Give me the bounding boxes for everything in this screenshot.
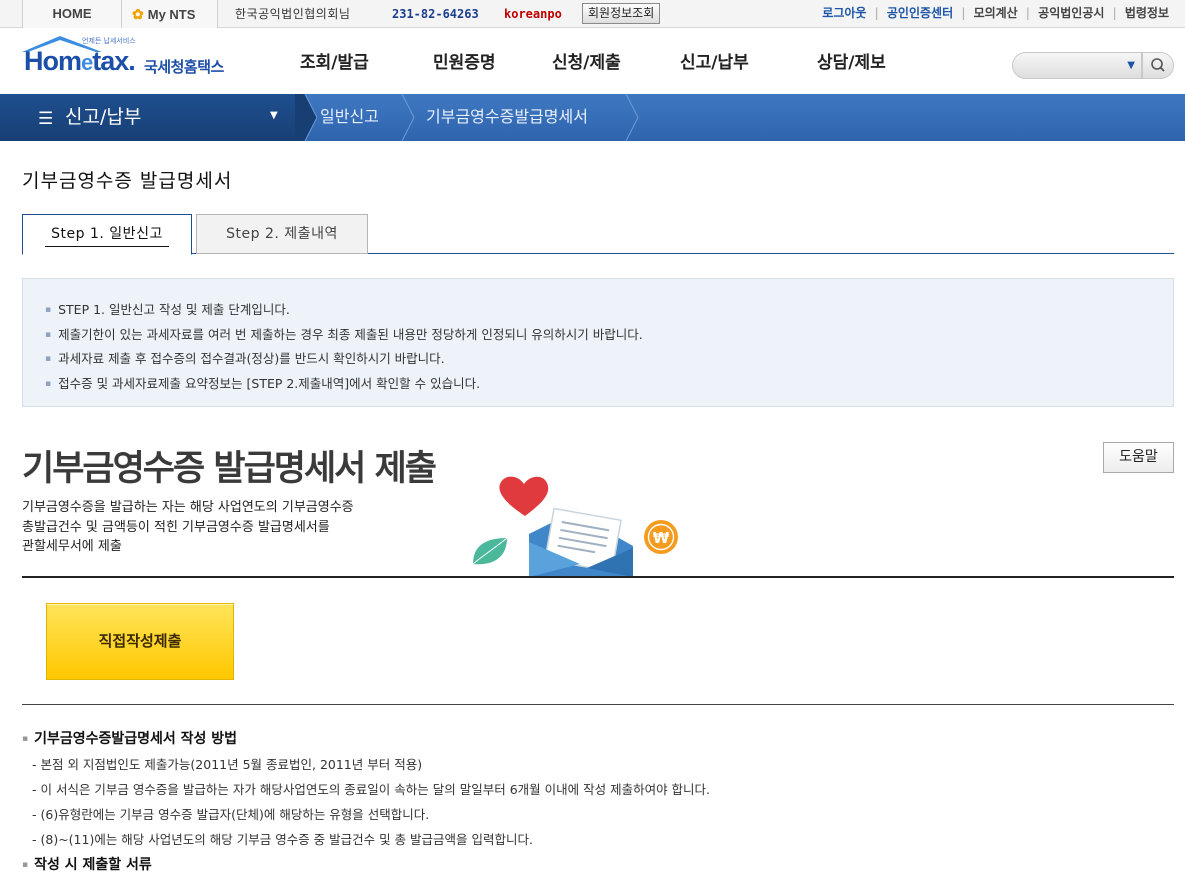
tab-underline bbox=[45, 246, 169, 247]
writing-guide: 기부금영수증발급명세서 작성 방법 본점 외 지점법인도 제출가능(2011년 … bbox=[22, 728, 1174, 880]
separator: | bbox=[874, 6, 879, 20]
site-header: 언제든 납세서비스 Hometax. 국세청홈택스 조회/발급 민원증명 신청/… bbox=[0, 28, 1185, 94]
page-title: 기부금영수증 발급명세서 bbox=[22, 170, 233, 192]
won-coin-icon: ₩ bbox=[644, 520, 678, 554]
user-business-number: 231-82-64263 bbox=[392, 7, 479, 21]
home-link[interactable]: HOME bbox=[22, 0, 122, 28]
description-line: 기부금영수증을 발급하는 자는 해당 사업연도의 기부금영수증 bbox=[22, 500, 354, 515]
search-box: ▼ bbox=[1012, 52, 1174, 79]
public-disclosure-link[interactable]: 공익법인공시 bbox=[1038, 6, 1104, 20]
user-org-name: 한국공익법인협의회님 bbox=[235, 7, 351, 21]
donation-illustration: ₩ bbox=[472, 476, 678, 577]
nav-consult[interactable]: 상담/제보 bbox=[817, 28, 886, 98]
menu-dropdown-icon: ▼ bbox=[270, 110, 278, 121]
guide-item: 본점 외 지점법인도 제출가능(2011년 5월 종료법인, 2011년 부터 … bbox=[22, 752, 1174, 777]
breadcrumb-chevron bbox=[401, 94, 415, 141]
notice-item: 과세자료 제출 후 접수증의 접수결과(정상)를 반드시 확인하시기 바랍니다. bbox=[45, 348, 1151, 373]
logo-korean: 국세청홈택스 bbox=[144, 58, 224, 76]
utility-links: 로그아웃 | 공인인증센터 | 모의계산 | 공익법인공시 | 법령정보 bbox=[822, 0, 1169, 27]
separator: | bbox=[961, 6, 966, 20]
guide-heading: 기부금영수증발급명세서 작성 방법 bbox=[22, 728, 1174, 752]
separator: | bbox=[1112, 6, 1117, 20]
section-divider bbox=[22, 576, 1174, 578]
step-tabs: Step 1. 일반신고 Step 2. 제출내역 bbox=[22, 214, 1174, 255]
search-icon bbox=[1151, 58, 1165, 72]
envelope-icon bbox=[529, 507, 633, 577]
hometax-logo[interactable]: 언제든 납세서비스 Hometax. 국세청홈택스 bbox=[20, 34, 245, 90]
nav-civil-cert[interactable]: 민원증명 bbox=[433, 28, 496, 98]
separator: | bbox=[1025, 6, 1030, 20]
nav-apply-submit[interactable]: 신청/제출 bbox=[552, 28, 621, 98]
tab-step1-label: Step 1. 일반신고 bbox=[51, 226, 163, 242]
utility-bar: HOME ✿ My NTS 한국공익법인협의회님 231-82-64263 kor… bbox=[0, 0, 1185, 28]
guide-item: (6)유형란에는 기부금 영수증 발급자(단체)에 해당하는 유형을 선택합니다… bbox=[22, 802, 1174, 827]
star-icon: ✿ bbox=[132, 6, 144, 22]
user-id: koreanpo bbox=[504, 7, 562, 21]
tab-step2[interactable]: Step 2. 제출내역 bbox=[196, 214, 368, 254]
law-info-link[interactable]: 법령정보 bbox=[1125, 6, 1169, 20]
guide-item: (8)~(11)에는 해당 사업년도의 해당 기부금 영수증 중 발급건수 및 … bbox=[22, 827, 1174, 852]
notice-item: 제출기한이 있는 과세자료를 여러 번 제출하는 경우 최종 제출된 내용만 정… bbox=[45, 324, 1151, 349]
help-button[interactable]: 도움말 bbox=[1103, 442, 1174, 473]
mynts-link[interactable]: ✿ My NTS bbox=[122, 0, 218, 28]
direct-submit-button[interactable]: 직접작성제출 bbox=[46, 603, 234, 680]
section-description: 기부금영수증을 발급하는 자는 해당 사업연도의 기부금영수증 총발급건수 및 … bbox=[22, 498, 452, 557]
logo-tagline: 언제든 납세서비스 bbox=[82, 37, 136, 45]
breadcrumb-item-general[interactable]: 일반신고 bbox=[320, 94, 379, 139]
tab-step1[interactable]: Step 1. 일반신고 bbox=[22, 214, 192, 255]
current-menu: 신고/납부 bbox=[65, 106, 142, 128]
notice-item: STEP 1. 일반신고 작성 및 제출 단계입니다. bbox=[45, 299, 1151, 324]
section-heading: 기부금영수증 발급명세서 제출 bbox=[22, 449, 437, 489]
breadcrumb-chevron bbox=[295, 94, 317, 141]
menu-icon: ☰ bbox=[38, 109, 54, 129]
search-combo[interactable]: ▼ bbox=[1012, 52, 1142, 79]
cert-center-link[interactable]: 공인인증센터 bbox=[887, 6, 953, 20]
breadcrumb-chevron bbox=[625, 94, 639, 141]
guide-heading: 작성 시 제출할 서류 bbox=[22, 852, 1174, 880]
breadcrumb-item-current[interactable]: 기부금영수증발급명세서 bbox=[426, 94, 588, 139]
notice-box: STEP 1. 일반신고 작성 및 제출 단계입니다. 제출기한이 있는 과세자… bbox=[22, 278, 1174, 407]
description-line: 총발급건수 및 금액등이 적힌 기부금영수증 발급명세서를 bbox=[22, 519, 330, 535]
nav-report-pay[interactable]: 신고/납부 bbox=[680, 28, 749, 98]
member-info-button[interactable]: 회원정보조회 bbox=[582, 3, 661, 24]
section-divider bbox=[22, 704, 1174, 705]
svg-text:₩: ₩ bbox=[653, 529, 670, 547]
breadcrumb-bar: ☰ 신고/납부 ▼ 일반신고 기부금영수증발급명세서 bbox=[0, 94, 1185, 141]
nav-inquiry[interactable]: 조회/발급 bbox=[300, 28, 369, 98]
mock-calc-link[interactable]: 모의계산 bbox=[974, 6, 1018, 20]
logout-link[interactable]: 로그아웃 bbox=[822, 6, 866, 20]
menu-selector[interactable]: ☰ 신고/납부 ▼ bbox=[0, 94, 305, 141]
search-button[interactable] bbox=[1142, 52, 1174, 79]
description-line: 관할세무서에 제출 bbox=[22, 539, 122, 554]
dropdown-arrow-icon: ▼ bbox=[1127, 60, 1135, 71]
heart-icon bbox=[499, 476, 549, 516]
notice-item: 접수증 및 과세자료제출 요약정보는 [STEP 2.제출내역]에서 확인할 수… bbox=[45, 373, 1151, 398]
guide-item: 이 서식은 기부금 영수증을 발급하는 자가 해당사업연도의 종료일이 속하는 … bbox=[22, 777, 1174, 802]
logo-brand: Hometax. bbox=[24, 46, 136, 76]
mynts-label: My NTS bbox=[147, 7, 196, 22]
